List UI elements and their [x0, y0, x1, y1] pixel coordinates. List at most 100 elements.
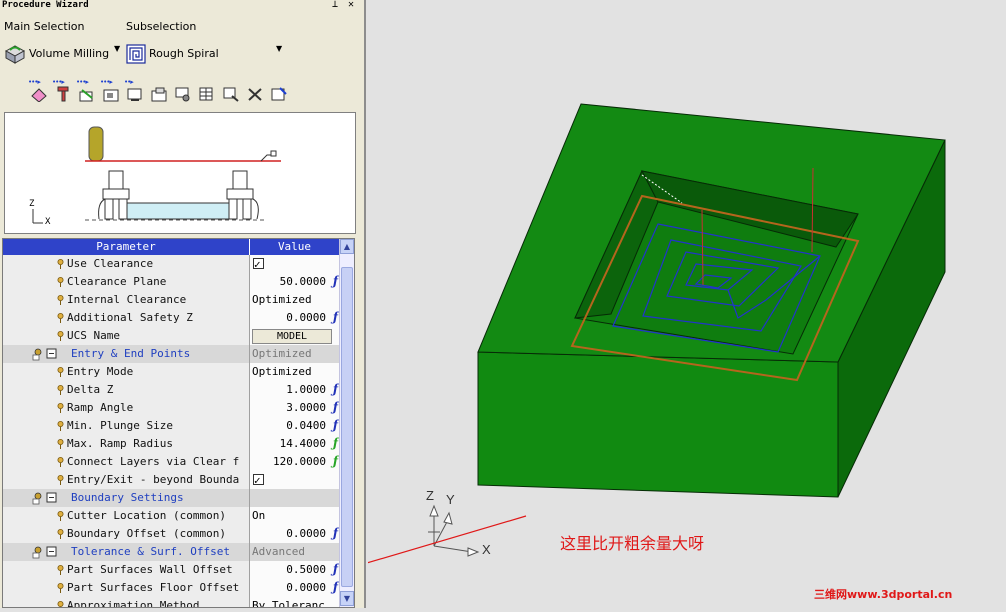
- param-value-cell[interactable]: Advanced: [250, 543, 340, 561]
- param-value: Optimized: [252, 293, 312, 306]
- param-row[interactable]: Ramp Angle 3.0000 ƒ: [3, 399, 340, 417]
- param-value-cell[interactable]: [250, 471, 340, 489]
- param-row[interactable]: Entry/Exit - beyond Bounda: [3, 471, 340, 489]
- machine-icon[interactable]: ••▸: [124, 79, 146, 102]
- param-name-cell: UCS Name: [3, 327, 250, 345]
- formula-icon[interactable]: ƒ: [333, 417, 338, 434]
- output-icon[interactable]: [268, 80, 290, 102]
- param-value-cell[interactable]: [250, 489, 340, 507]
- param-row[interactable]: Approximation Method By Toleranc: [3, 597, 340, 607]
- param-value-cell[interactable]: By Toleranc: [250, 597, 340, 607]
- group-row[interactable]: Entry & End Points Optimized: [3, 345, 340, 363]
- param-label: Connect Layers via Clear f: [67, 455, 240, 468]
- param-row[interactable]: Boundary Offset (common) 0.0000 ƒ: [3, 525, 340, 543]
- group-row[interactable]: Boundary Settings: [3, 489, 340, 507]
- grid-scrollbar[interactable]: ▲ ▼: [339, 239, 354, 607]
- param-row[interactable]: Entry Mode Optimized: [3, 363, 340, 381]
- collapse-icon[interactable]: [31, 545, 61, 559]
- scroll-up-icon[interactable]: ▲: [340, 239, 354, 254]
- pin-icon[interactable]: ⊥: [332, 0, 338, 10]
- formula-icon[interactable]: ƒ: [333, 273, 338, 290]
- param-name-cell: Approximation Method: [3, 597, 250, 607]
- param-value-cell[interactable]: 50.0000 ƒ: [250, 273, 340, 291]
- param-value: On: [252, 509, 266, 522]
- subselection-arrow-icon[interactable]: ▼: [276, 44, 282, 53]
- tool-icon[interactable]: •••▸: [52, 79, 74, 102]
- process-icon[interactable]: [220, 80, 242, 102]
- formula-icon[interactable]: ƒ: [333, 435, 338, 452]
- param-label: Delta Z: [67, 383, 114, 396]
- param-row[interactable]: Use Clearance: [3, 255, 340, 273]
- param-row[interactable]: Cutter Location (common) On: [3, 507, 340, 525]
- formula-icon[interactable]: ƒ: [333, 525, 338, 542]
- formula-icon[interactable]: ƒ: [333, 579, 338, 596]
- table-icon[interactable]: [196, 80, 218, 102]
- param-value-cell[interactable]: 14.4000 ƒ: [250, 435, 340, 453]
- param-pin-icon: [57, 259, 64, 269]
- viewport-axis-y: Y: [446, 492, 455, 507]
- param-value-cell[interactable]: 0.0400 ƒ: [250, 417, 340, 435]
- param-name-cell: Clearance Plane: [3, 273, 250, 291]
- param-row[interactable]: Delta Z 1.0000 ƒ: [3, 381, 340, 399]
- param-row[interactable]: Min. Plunge Size 0.0400 ƒ: [3, 417, 340, 435]
- collapse-icon[interactable]: [31, 491, 61, 505]
- param-pin-icon: [57, 475, 64, 485]
- param-value: 0.0000: [286, 527, 326, 540]
- param-value-cell[interactable]: 3.0000 ƒ: [250, 399, 340, 417]
- param-value-cell[interactable]: Optimized: [250, 291, 340, 309]
- param-row[interactable]: UCS Name MODEL: [3, 327, 340, 345]
- subselection-dropdown[interactable]: Rough Spiral: [126, 44, 276, 64]
- formula-icon[interactable]: ƒ: [333, 309, 338, 326]
- param-label: Entry/Exit - beyond Bounda: [67, 473, 240, 486]
- param-value-cell[interactable]: 0.0000 ƒ: [250, 579, 340, 597]
- param-value: 0.0400: [286, 419, 326, 432]
- param-row[interactable]: Additional Safety Z 0.0000 ƒ: [3, 309, 340, 327]
- param-row[interactable]: Max. Ramp Radius 14.4000 ƒ: [3, 435, 340, 453]
- param-name-cell: Internal Clearance: [3, 291, 250, 309]
- collapse-icon[interactable]: [31, 347, 61, 361]
- param-value: 120.0000: [273, 455, 326, 468]
- stock-icon[interactable]: •••▸: [100, 79, 122, 102]
- eraser-icon[interactable]: •••▸: [28, 79, 50, 102]
- param-value-cell[interactable]: MODEL: [250, 327, 340, 345]
- formula-icon[interactable]: ƒ: [333, 399, 338, 416]
- param-value: 1.0000: [286, 383, 326, 396]
- param-value-cell[interactable]: 1.0000 ƒ: [250, 381, 340, 399]
- group-row[interactable]: Tolerance & Surf. Offset Advanced: [3, 543, 340, 561]
- header-value[interactable]: Value: [250, 239, 340, 255]
- param-label: UCS Name: [67, 329, 120, 342]
- param-value-cell[interactable]: [250, 255, 340, 273]
- main-selection-arrow-icon[interactable]: ▼: [114, 44, 120, 53]
- ucs-name-button[interactable]: MODEL: [252, 329, 332, 344]
- param-row[interactable]: Part Surfaces Wall Offset 0.5000 ƒ: [3, 561, 340, 579]
- param-value-cell[interactable]: 0.0000 ƒ: [250, 525, 340, 543]
- param-value-cell[interactable]: 0.5000 ƒ: [250, 561, 340, 579]
- param-value-cell[interactable]: Optimized: [250, 345, 340, 363]
- formula-icon[interactable]: ƒ: [333, 381, 338, 398]
- formula-icon[interactable]: ƒ: [333, 561, 338, 578]
- 3d-viewport[interactable]: Z Y X: [342, 0, 1006, 608]
- param-value: 0.0000: [286, 311, 326, 324]
- preview-diagram: [32, 126, 281, 224]
- scroll-down-icon[interactable]: ▼: [340, 591, 354, 606]
- checkbox[interactable]: [253, 256, 264, 273]
- formula-icon[interactable]: ƒ: [333, 453, 338, 470]
- param-value-cell[interactable]: Optimized: [250, 363, 340, 381]
- param-row[interactable]: Part Surfaces Floor Offset 0.0000 ƒ: [3, 579, 340, 597]
- param-value-cell[interactable]: 120.0000 ƒ: [250, 453, 340, 471]
- parameter-grid: Parameter Value Use Clearance Clearance P…: [2, 238, 355, 608]
- param-row[interactable]: Connect Layers via Clear f 120.0000 ƒ: [3, 453, 340, 471]
- scroll-thumb[interactable]: [341, 267, 353, 587]
- checkbox[interactable]: [253, 472, 264, 489]
- param-value-cell[interactable]: On: [250, 507, 340, 525]
- param-row[interactable]: Internal Clearance Optimized: [3, 291, 340, 309]
- settings-icon[interactable]: [172, 80, 194, 102]
- main-selection-dropdown[interactable]: Volume Milling: [4, 44, 114, 64]
- check-icon[interactable]: [244, 80, 266, 102]
- close-icon[interactable]: ✕: [348, 0, 354, 10]
- param-row[interactable]: Clearance Plane 50.0000 ƒ: [3, 273, 340, 291]
- part-icon[interactable]: •••▸: [76, 79, 98, 102]
- param-value-cell[interactable]: 0.0000 ƒ: [250, 309, 340, 327]
- export-icon[interactable]: [148, 80, 170, 102]
- header-parameter[interactable]: Parameter: [3, 239, 250, 255]
